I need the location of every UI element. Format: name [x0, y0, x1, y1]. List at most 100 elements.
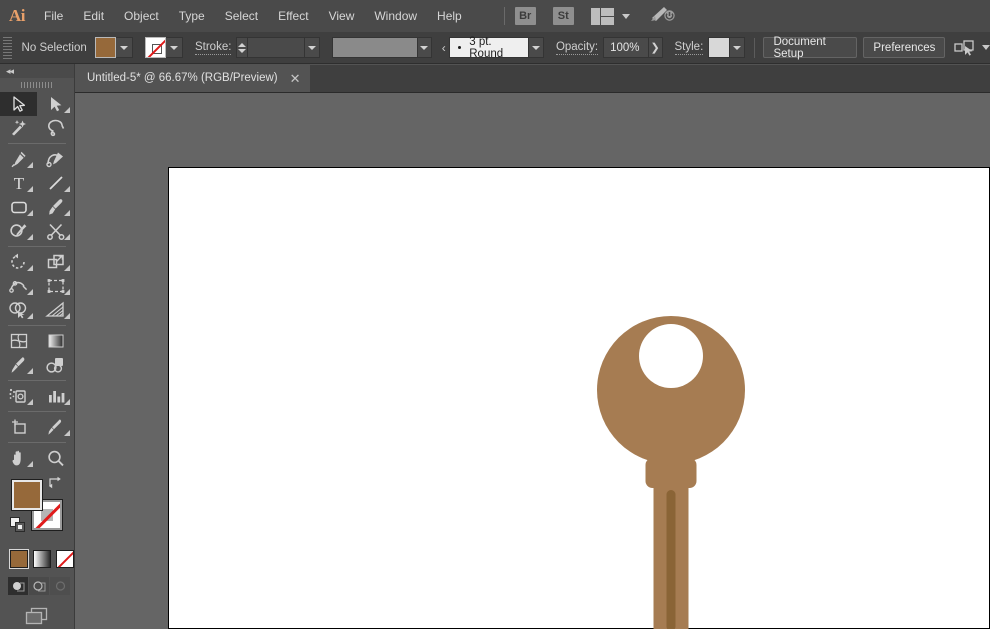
blend-tool[interactable] [37, 353, 74, 377]
key-hole [639, 324, 703, 388]
fill-color-swatch[interactable] [94, 37, 116, 58]
tool-divider [8, 246, 66, 247]
document-tab-title: Untitled-5* @ 66.67% (RGB/Preview) [87, 72, 278, 84]
select-similar-objects-icon[interactable] [954, 39, 990, 56]
menubar-right-group: Br St [494, 0, 676, 32]
shape-builder-tool[interactable] [0, 298, 37, 322]
opacity-input[interactable]: 100% [603, 37, 649, 58]
stroke-dropdown-button[interactable] [165, 37, 183, 58]
stroke-weight-stepper[interactable] [236, 37, 248, 58]
document-setup-button[interactable]: Document Setup [763, 36, 857, 60]
slice-tool[interactable] [37, 415, 74, 439]
lasso-tool[interactable] [37, 116, 74, 140]
menu-window[interactable]: Window [364, 0, 427, 32]
selection-tool[interactable] [0, 92, 37, 116]
brush-definition-field[interactable]: 3 pt. Round [449, 35, 530, 60]
opacity-label: Opacity: [555, 40, 599, 55]
opacity-options-button[interactable]: ❯ [648, 37, 663, 58]
menu-file[interactable]: File [34, 0, 73, 32]
workspace-switcher-icon[interactable] [590, 7, 630, 25]
workspace-squares-icon [590, 7, 614, 25]
draw-behind-mode[interactable] [29, 577, 49, 595]
stroke-none-swatch[interactable] [144, 37, 166, 58]
menu-object[interactable]: Object [114, 0, 169, 32]
artboard-tool[interactable] [0, 415, 37, 439]
menu-help[interactable]: Help [427, 0, 472, 32]
width-tool[interactable] [0, 274, 37, 298]
control-bar-grip[interactable] [3, 36, 12, 59]
variable-width-profile[interactable] [331, 37, 418, 58]
direct-selection-tool[interactable] [37, 92, 74, 116]
style-label: Style: [674, 40, 704, 55]
color-mode-swatches [9, 549, 74, 569]
tools-panel-header: ◂◂ [0, 64, 74, 78]
rotate-tool[interactable] [0, 250, 37, 274]
preferences-button[interactable]: Preferences [863, 37, 946, 58]
graphic-style-swatch[interactable] [708, 37, 730, 58]
perspective-grid-tool[interactable] [37, 298, 74, 322]
tools-panel-grip[interactable] [0, 78, 74, 92]
symbol-sprayer-tool[interactable] [0, 384, 37, 408]
brush-definition-dropdown[interactable] [529, 37, 544, 58]
tool-grid: T [0, 92, 74, 470]
pen-tool[interactable] [0, 147, 37, 171]
hand-tool[interactable] [0, 446, 37, 470]
menu-effect[interactable]: Effect [268, 0, 318, 32]
app-logo: Ai [9, 6, 26, 25]
line-segment-tool[interactable] [37, 171, 74, 195]
drawing-modes [8, 577, 74, 595]
draw-inside-mode[interactable] [50, 577, 70, 595]
fill-dropdown-button[interactable] [115, 37, 133, 58]
selection-status: No Selection [21, 41, 87, 54]
gradient-swatch-button[interactable] [33, 550, 51, 568]
magic-wand-tool[interactable] [0, 116, 37, 140]
color-swatch-button[interactable] [9, 549, 29, 569]
tool-divider [8, 442, 66, 443]
bridge-button[interactable]: Br [514, 7, 536, 25]
mesh-tool[interactable] [0, 329, 37, 353]
brush-dot-icon [458, 46, 462, 49]
fill-color-indicator[interactable] [11, 479, 43, 511]
column-graph-tool[interactable] [37, 384, 74, 408]
stroke-weight-input[interactable] [247, 37, 306, 58]
menu-type[interactable]: Type [169, 0, 215, 32]
stroke-weight-dropdown[interactable] [305, 37, 320, 58]
tool-divider [8, 380, 66, 381]
draw-normal-mode[interactable] [8, 577, 28, 595]
shaper-tool[interactable] [0, 219, 37, 243]
brush-definition-label: 3 pt. Round [469, 35, 504, 60]
change-screen-mode-icon[interactable] [0, 606, 74, 626]
swap-fill-stroke-icon[interactable] [48, 476, 63, 494]
type-tool[interactable]: T [0, 171, 37, 195]
curvature-tool[interactable] [37, 147, 74, 171]
close-icon[interactable]: ✕ [290, 72, 301, 85]
artboard[interactable] [168, 167, 990, 629]
fill-control [94, 37, 133, 58]
collapse-panel-icon[interactable]: ◂◂ [6, 66, 14, 77]
free-transform-tool[interactable] [37, 274, 74, 298]
document-tab-bar: Untitled-5* @ 66.67% (RGB/Preview) ✕ [75, 64, 990, 93]
scale-tool[interactable] [37, 250, 74, 274]
menu-edit[interactable]: Edit [73, 0, 114, 32]
key-illustration[interactable] [169, 168, 990, 629]
none-swatch-button[interactable] [56, 550, 74, 568]
rectangle-tool[interactable] [0, 195, 37, 219]
discover-rocket-icon[interactable] [650, 5, 676, 28]
default-fill-stroke-icon[interactable] [10, 517, 26, 538]
menu-view[interactable]: View [319, 0, 365, 32]
document-tab[interactable]: Untitled-5* @ 66.67% (RGB/Preview) ✕ [75, 64, 310, 92]
graphic-style-dropdown[interactable] [729, 37, 745, 58]
stock-button[interactable]: St [552, 7, 574, 25]
scissors-tool[interactable] [37, 219, 74, 243]
zoom-tool[interactable] [37, 446, 74, 470]
stroke-control [144, 37, 183, 58]
width-profile-dropdown[interactable] [417, 37, 433, 58]
gradient-tool[interactable] [37, 329, 74, 353]
brush-prev-arrow[interactable]: ‹ [438, 37, 450, 58]
paintbrush-tool[interactable] [37, 195, 74, 219]
control-bar: No Selection Stroke: ‹ 3 pt. Round Opaci… [0, 32, 990, 64]
tool-divider [8, 411, 66, 412]
eyedropper-tool[interactable] [0, 353, 37, 377]
menu-select[interactable]: Select [215, 0, 268, 32]
canvas-area[interactable] [75, 93, 990, 629]
